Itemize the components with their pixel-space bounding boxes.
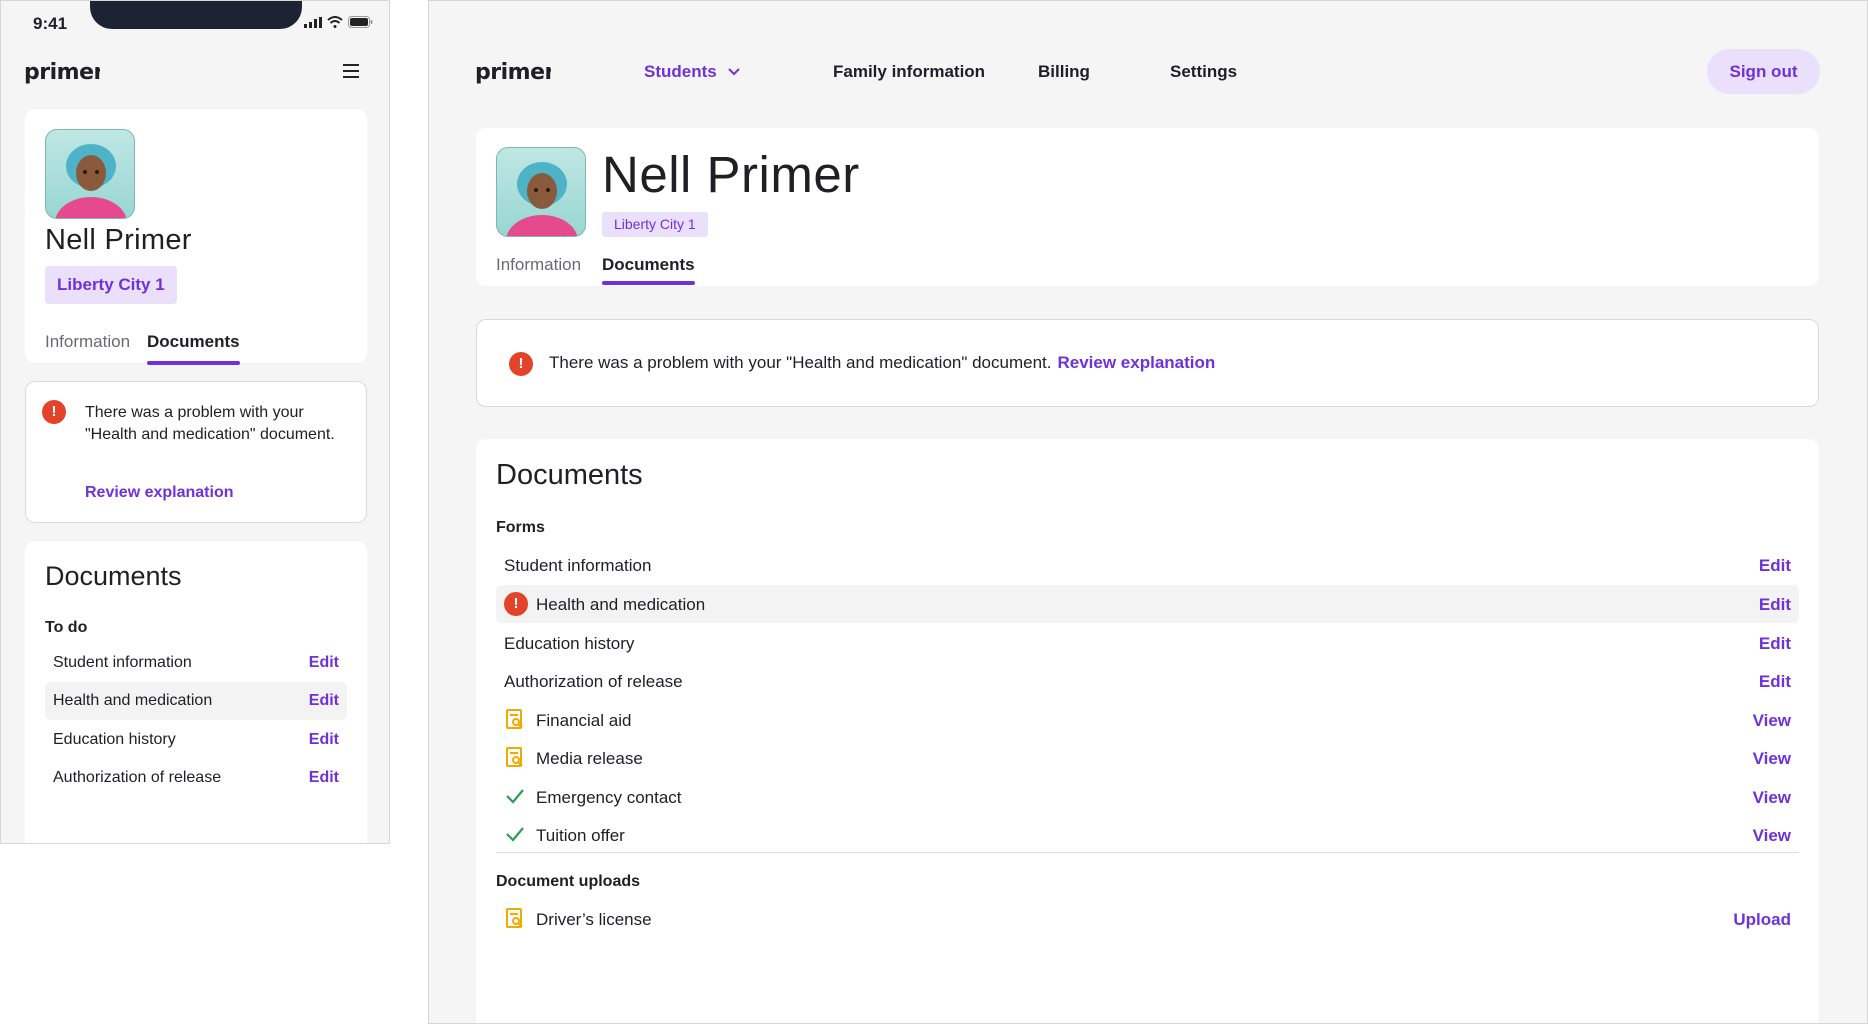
document-alert: ! There was a problem with your "Health … (476, 319, 1819, 407)
review-explanation-link[interactable]: Review explanation (85, 484, 234, 502)
desktop-screen: primer Students Family information Billi… (428, 0, 1868, 1024)
documents-title: Documents (496, 459, 643, 491)
document-label: Authorization of release (504, 672, 683, 691)
upload-link[interactable]: Upload (1733, 910, 1791, 930)
student-profile-card: Nell Primer Liberty City 1 Information D… (476, 128, 1819, 286)
document-label: Media release (536, 749, 643, 768)
document-label: Authorization of release (53, 769, 222, 786)
document-row[interactable]: Tuition offer View (496, 816, 1799, 854)
document-row[interactable]: Media release View (496, 739, 1799, 777)
chevron-down-icon (728, 68, 741, 76)
status-time: 9:41 (33, 14, 68, 33)
todo-heading: To do (45, 619, 88, 636)
nav-settings[interactable]: Settings (1170, 62, 1237, 82)
primer-logo[interactable]: primer (475, 59, 551, 87)
edit-link[interactable]: Edit (1759, 556, 1791, 576)
student-name: Nell Primer (602, 146, 860, 203)
document-row[interactable]: Education history Edit (496, 624, 1799, 662)
document-row[interactable]: ! Health and medication Edit (496, 585, 1799, 623)
campus-badge: Liberty City 1 (602, 212, 708, 237)
document-label: Financial aid (536, 711, 632, 730)
documents-card: Documents To do Student information Edit… (25, 541, 367, 843)
documents-title: Documents (45, 561, 182, 591)
error-icon: ! (42, 400, 66, 424)
document-label: Education history (53, 731, 176, 748)
view-link[interactable]: View (1753, 788, 1791, 808)
student-avatar (496, 147, 586, 237)
edit-link[interactable]: Edit (309, 769, 339, 787)
document-label: Driver’s license (536, 910, 652, 929)
edit-link[interactable]: Edit (1759, 672, 1791, 692)
document-row[interactable]: Authorization of release Edit (45, 759, 347, 797)
view-link[interactable]: View (1753, 749, 1791, 769)
campus-badge: Liberty City 1 (45, 266, 177, 304)
view-link[interactable]: View (1753, 711, 1791, 731)
primer-logo[interactable]: primer (24, 59, 100, 87)
wifi-icon (327, 16, 343, 28)
status-icons (304, 16, 373, 28)
student-name: Nell Primer (45, 224, 192, 256)
document-row[interactable]: Health and medication Edit (45, 682, 347, 720)
document-review-icon (506, 908, 523, 928)
document-row[interactable]: Authorization of release Edit (496, 662, 1799, 700)
document-label: Health and medication (536, 595, 706, 614)
error-icon: ! (509, 352, 533, 376)
alert-message: There was a problem with your "Health an… (85, 404, 335, 443)
document-label: Education history (504, 634, 635, 653)
document-review-icon (506, 709, 523, 729)
document-row[interactable]: Education history Edit (45, 721, 347, 759)
section-divider (496, 852, 1799, 853)
nav-family-information[interactable]: Family information (833, 62, 985, 82)
logo-text: primer (24, 60, 100, 85)
view-link[interactable]: View (1753, 826, 1791, 846)
tab-information[interactable]: Information (45, 332, 130, 352)
tab-documents[interactable]: Documents (147, 332, 240, 365)
sign-out-button[interactable]: Sign out (1707, 49, 1820, 94)
document-label: Health and medication (53, 692, 213, 709)
uploads-heading: Document uploads (496, 873, 641, 890)
nav-students[interactable]: Students (644, 62, 741, 82)
logo-text: primer (475, 60, 551, 85)
battery-icon (348, 16, 373, 28)
nav-billing[interactable]: Billing (1038, 62, 1090, 82)
documents-card: Documents Forms Student information Edit… (476, 439, 1819, 1023)
nav-students-label: Students (644, 62, 717, 81)
alert-message: There was a problem with your "Health an… (549, 353, 1052, 372)
student-avatar (45, 129, 135, 219)
document-alert: ! There was a problem with your "Health … (25, 381, 367, 523)
document-label: Tuition offer (536, 826, 625, 845)
document-review-icon (506, 747, 523, 767)
document-label: Student information (53, 654, 192, 671)
edit-link[interactable]: Edit (309, 731, 339, 749)
checkmark-icon (506, 827, 524, 842)
tab-information[interactable]: Information (496, 255, 581, 275)
cellular-signal-icon (304, 17, 322, 28)
document-row[interactable]: Financial aid View (496, 701, 1799, 739)
hamburger-menu-icon[interactable] (343, 64, 359, 78)
document-row[interactable]: Driver’s license Upload (496, 900, 1799, 938)
document-label: Student information (504, 556, 652, 575)
phone-notch (90, 1, 302, 29)
edit-link[interactable]: Edit (1759, 595, 1791, 615)
document-row[interactable]: Student information Edit (496, 546, 1799, 584)
document-label: Emergency contact (536, 788, 682, 807)
document-row[interactable]: Student information Edit (45, 644, 347, 682)
tab-documents[interactable]: Documents (602, 255, 695, 285)
edit-link[interactable]: Edit (309, 692, 339, 710)
mobile-screen: 9:41 primer Nell Primer Liberty City 1 I… (0, 0, 390, 844)
checkmark-icon (506, 789, 524, 804)
error-icon: ! (504, 592, 528, 616)
forms-heading: Forms (496, 519, 545, 536)
edit-link[interactable]: Edit (1759, 634, 1791, 654)
document-row[interactable]: Emergency contact View (496, 778, 1799, 816)
alert-text-wrap: There was a problem with your "Health an… (549, 353, 1215, 373)
edit-link[interactable]: Edit (309, 654, 339, 672)
review-explanation-link[interactable]: Review explanation (1058, 353, 1216, 372)
student-profile-card: Nell Primer Liberty City 1 Information D… (25, 109, 367, 365)
